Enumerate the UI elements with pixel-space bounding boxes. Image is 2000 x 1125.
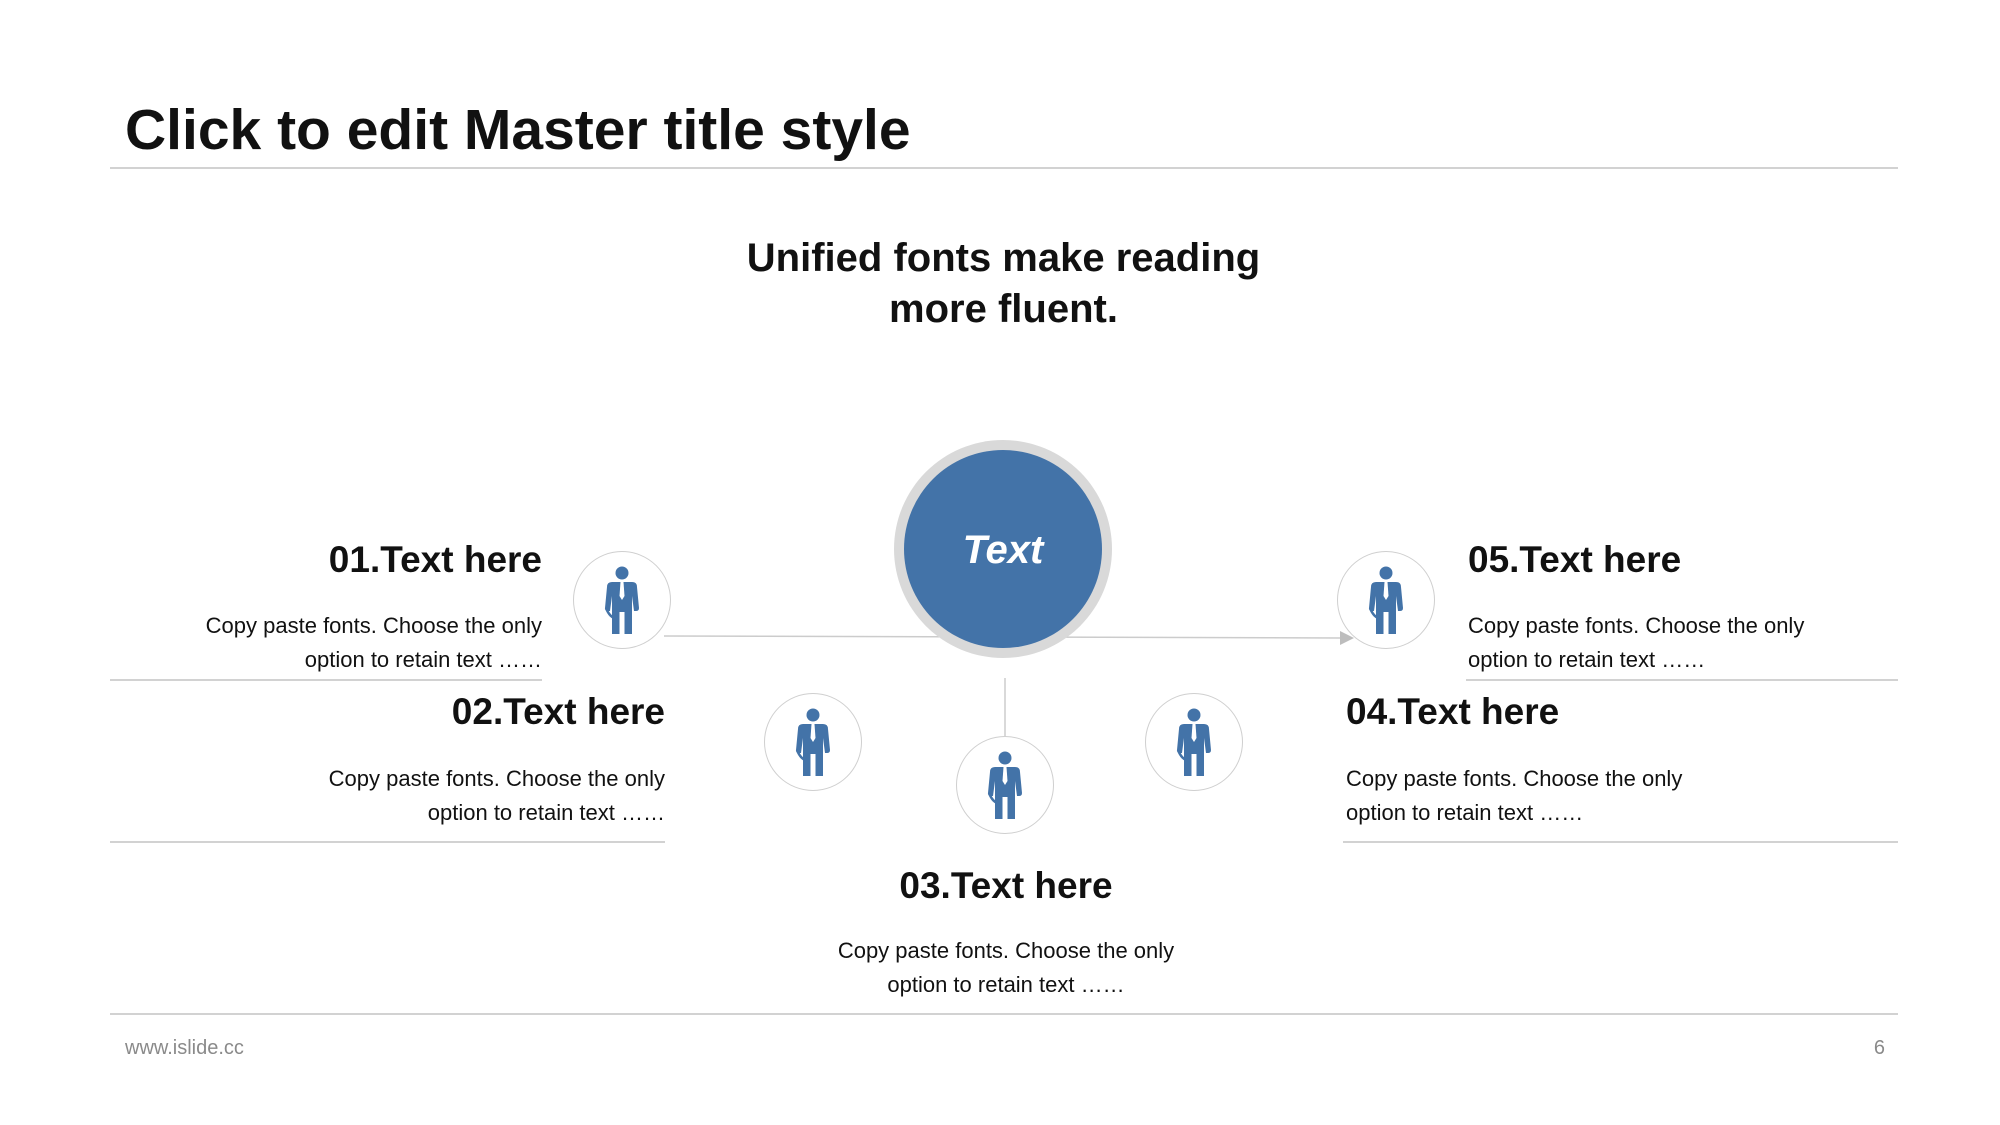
item-05-title: 05.Text here xyxy=(1468,539,1682,580)
item-04-desc: Copy paste fonts. Choose the only option… xyxy=(1346,766,1683,825)
businessman-icon xyxy=(987,751,1023,819)
item-02-desc: Copy paste fonts. Choose the only option… xyxy=(328,766,665,825)
item-03-desc: Copy paste fonts. Choose the only option… xyxy=(837,938,1175,997)
businessman-icon xyxy=(1176,708,1212,776)
footer-url: www.islide.cc xyxy=(125,1037,244,1059)
person-circle-02 xyxy=(764,693,862,791)
person-circle-05 xyxy=(1337,551,1435,649)
item-02-title: 02.Text here xyxy=(451,691,665,732)
businessman-icon xyxy=(604,566,640,634)
person-circle-03 xyxy=(956,736,1054,834)
item-05-divider xyxy=(1466,679,1898,681)
businessman-icon xyxy=(795,708,831,776)
item-03-title: 03.Text here xyxy=(899,865,1113,906)
page-number: 6 xyxy=(1873,1037,1885,1059)
item-01-divider xyxy=(110,679,542,681)
footer-divider xyxy=(110,1013,1898,1015)
item-04-divider xyxy=(1343,841,1898,843)
businessman-icon xyxy=(1368,566,1404,634)
item-01-desc: Copy paste fonts. Choose the only option… xyxy=(205,613,542,672)
center-label: Text xyxy=(962,528,1044,572)
item-04-title: 04.Text here xyxy=(1346,691,1560,732)
item-02-divider xyxy=(110,841,665,843)
item-01-title: 01.Text here xyxy=(328,539,542,580)
person-circle-01 xyxy=(573,551,671,649)
item-05-desc: Copy paste fonts. Choose the only option… xyxy=(1468,613,1805,672)
person-circle-04 xyxy=(1145,693,1243,791)
